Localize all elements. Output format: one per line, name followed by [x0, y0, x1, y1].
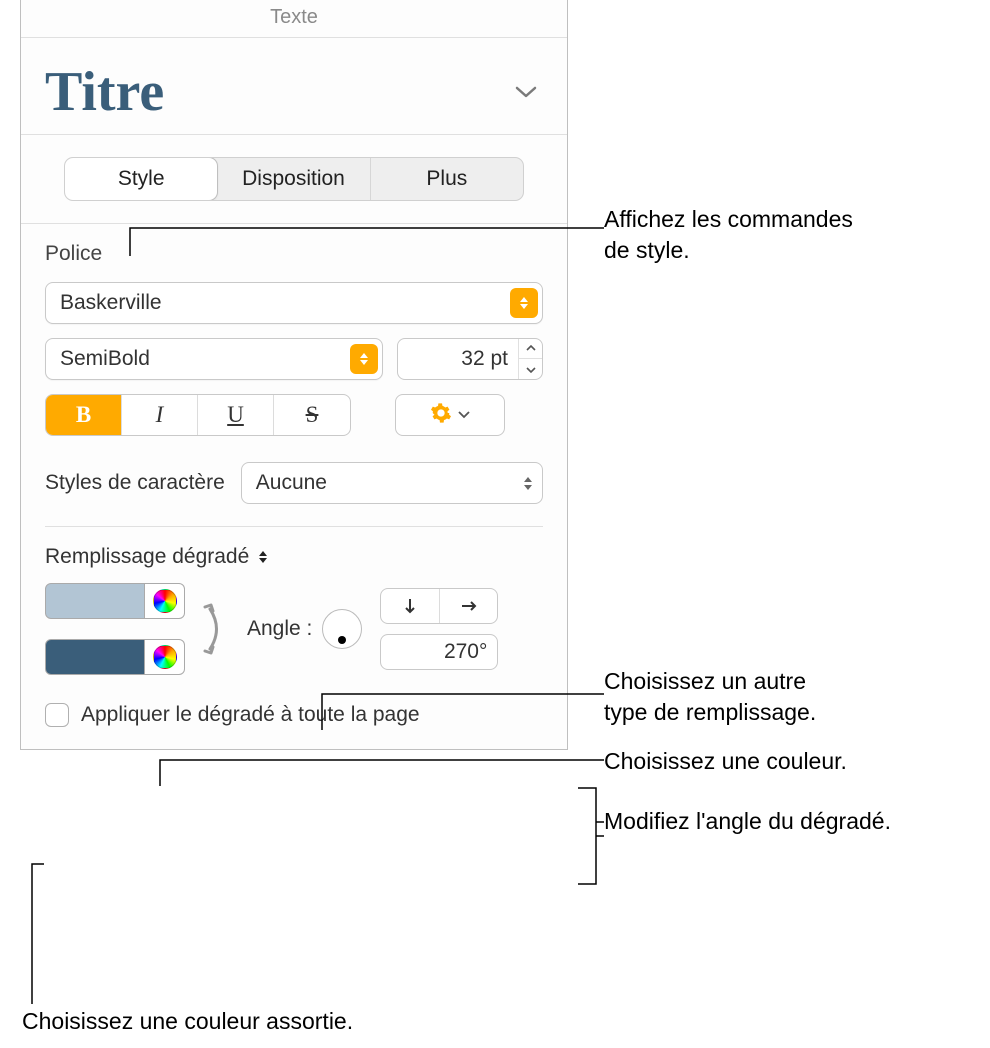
- character-style-value: Aucune: [256, 471, 327, 495]
- chevron-down-icon: [458, 411, 470, 419]
- callout-color: Choisissez une couleur.: [604, 746, 847, 777]
- bold-button[interactable]: B: [46, 395, 122, 435]
- font-size-field[interactable]: 32 pt: [397, 338, 543, 380]
- advanced-options-button[interactable]: [395, 394, 505, 436]
- font-family-value: Baskerville: [60, 291, 162, 315]
- font-section-label: Police: [45, 242, 543, 266]
- callout-matching-color: Choisissez une couleur assortie.: [22, 1006, 353, 1037]
- angle-value-field[interactable]: 270°: [380, 634, 498, 670]
- gear-icon: [430, 402, 452, 429]
- tab-more[interactable]: Plus: [371, 158, 523, 200]
- tab-style[interactable]: Style: [64, 157, 218, 201]
- angle-dial-handle: [338, 636, 346, 644]
- gradient-color-2-swatch[interactable]: [45, 639, 145, 675]
- stepper-down[interactable]: [519, 359, 542, 380]
- angle-dial[interactable]: [322, 609, 362, 649]
- gradient-direction-group: [380, 588, 498, 624]
- gradient-color-1-picker[interactable]: [145, 583, 185, 619]
- stepper-up[interactable]: [519, 338, 542, 359]
- text-format-group: B I U S: [45, 394, 351, 436]
- gradient-color-1-swatch[interactable]: [45, 583, 145, 619]
- color-wheel-icon: [153, 645, 177, 669]
- fill-type-label: Remplissage dégradé: [45, 545, 249, 569]
- tab-layout[interactable]: Disposition: [217, 158, 370, 200]
- font-size-value: 32 pt: [398, 347, 518, 371]
- callout-angle: Modifiez l'angle du dégradé.: [604, 806, 891, 837]
- panel-title: Texte: [21, 0, 567, 38]
- strikethrough-button[interactable]: S: [274, 395, 350, 435]
- font-size-stepper: [518, 338, 542, 380]
- apply-full-page-checkbox[interactable]: [45, 703, 69, 727]
- text-inspector-panel: Texte Titre Style Disposition Plus Polic…: [20, 0, 568, 750]
- angle-label: Angle :: [247, 617, 312, 641]
- callout-style: Affichez les commandes de style.: [604, 204, 853, 266]
- angle-value: 270°: [444, 640, 487, 664]
- color-wheel-icon: [153, 589, 177, 613]
- italic-button[interactable]: I: [122, 395, 198, 435]
- character-style-select[interactable]: Aucune: [241, 462, 543, 504]
- paragraph-style-selector[interactable]: Titre: [21, 38, 567, 135]
- font-weight-value: SemiBold: [60, 347, 150, 371]
- chevron-down-icon: [515, 85, 537, 99]
- inspector-tabs: Style Disposition Plus: [64, 157, 524, 201]
- font-family-select[interactable]: Baskerville: [45, 282, 543, 324]
- select-arrows-icon: [510, 288, 538, 318]
- gradient-color-2-picker[interactable]: [145, 639, 185, 675]
- direction-vertical-button[interactable]: [381, 589, 440, 623]
- callout-fill-type: Choisissez un autre type de remplissage.: [604, 666, 816, 728]
- swap-colors-button[interactable]: [203, 599, 229, 659]
- character-styles-label: Styles de caractère: [45, 471, 225, 495]
- apply-full-page-label: Appliquer le dégradé à toute la page: [81, 703, 420, 727]
- style-sample-text: Titre: [45, 64, 164, 120]
- select-arrows-icon: [524, 477, 532, 490]
- select-arrows-icon: [350, 344, 378, 374]
- underline-button[interactable]: U: [198, 395, 274, 435]
- direction-horizontal-button[interactable]: [440, 589, 498, 623]
- font-weight-select[interactable]: SemiBold: [45, 338, 383, 380]
- fill-type-select[interactable]: [259, 551, 267, 563]
